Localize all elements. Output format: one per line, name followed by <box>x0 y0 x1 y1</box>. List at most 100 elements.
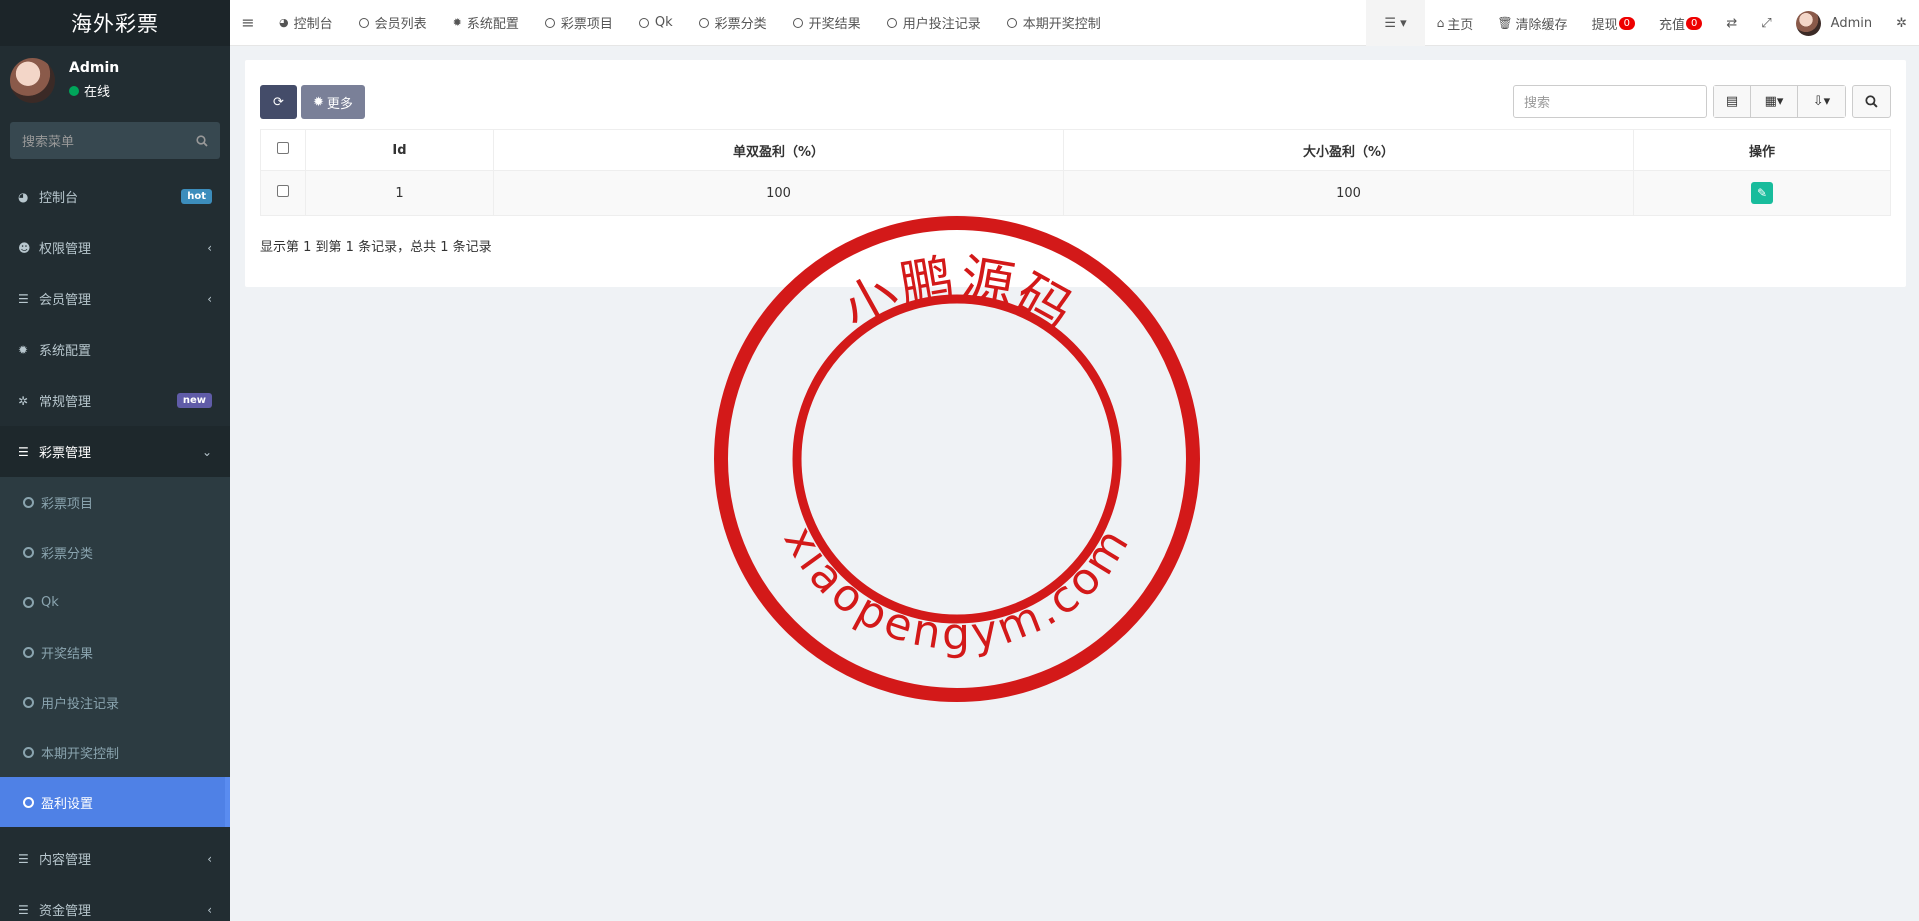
online-dot-icon <box>69 85 79 96</box>
select-all-cell <box>260 129 306 171</box>
tab-member-list[interactable]: 会员列表 <box>346 0 440 46</box>
watermark-seal: 小鹏源码 xiaopengym.com <box>714 216 1200 702</box>
circle-icon <box>23 646 34 658</box>
circle-icon <box>358 17 369 28</box>
menu-search-input[interactable]: 搜索菜单 <box>10 122 220 159</box>
table-search-input[interactable]: 搜索 <box>1513 85 1707 118</box>
tab-dashboard[interactable]: ◕ 控制台 <box>266 0 346 46</box>
circle-icon <box>698 17 709 28</box>
sidebar-toggle-icon[interactable]: ≡ <box>230 13 266 32</box>
app-logo[interactable]: 海外彩票 <box>0 0 230 46</box>
tab-bet-records[interactable]: 用户投注记录 <box>874 0 994 46</box>
list-icon: ☰ <box>18 444 29 459</box>
col-odd-even-profit[interactable]: 单双盈利（%） <box>493 129 1064 171</box>
tab-system-config[interactable]: ✹ 系统配置 <box>440 0 532 46</box>
recharge-link[interactable]: 充值 0 <box>1647 0 1714 46</box>
table-row: 1 100 100 ✎ <box>260 170 1891 216</box>
refresh-button[interactable]: ⟳ <box>260 85 297 119</box>
circle-icon <box>1006 17 1017 28</box>
sidebar-item-dashboard[interactable]: ◕ 控制台 hot <box>0 171 230 222</box>
circle-icon <box>23 796 34 808</box>
sidebar-item-members[interactable]: ☰ 会员管理 ‹ <box>0 273 230 324</box>
user-panel: Admin 在线 <box>0 46 230 114</box>
list-icon: ☰ <box>18 902 29 917</box>
pencil-icon: ✎ <box>1756 186 1768 200</box>
chevron-left-icon: ‹ <box>207 851 212 866</box>
top-navbar: ≡ ◕ 控制台 会员列表 ✹ 系统配置 彩票项目 Qk 彩票分类 开奖结果 用户投注… <box>230 0 1919 46</box>
circle-icon <box>23 696 34 708</box>
columns-dropdown-icon[interactable]: ▦▾ <box>1751 86 1798 117</box>
sidebar-subitem-profit-settings[interactable]: 盈利设置 <box>0 777 230 827</box>
chevron-left-icon: ‹ <box>207 291 212 306</box>
search-icon <box>196 134 208 147</box>
user-menu[interactable]: Admin <box>1784 0 1884 46</box>
dashboard-icon: ◕ <box>18 189 29 204</box>
edit-button[interactable]: ✎ <box>1751 182 1773 204</box>
cell-actions: ✎ <box>1633 170 1891 216</box>
users-icon: ☻ <box>18 240 31 255</box>
view-tools: ▤ ▦▾ ⇩▾ <box>1713 85 1846 118</box>
avatar <box>1795 10 1821 36</box>
sidebar-item-content[interactable]: ☰ 内容管理 ‹ <box>0 827 230 884</box>
home-link[interactable]: ⌂ 主页 <box>1425 0 1486 46</box>
hot-badge: hot <box>181 189 212 204</box>
home-icon: ⌂ <box>1436 16 1445 30</box>
sidebar-subitem-draw-results[interactable]: 开奖结果 <box>0 627 230 677</box>
lottery-submenu: 彩票项目 彩票分类 Qk 开奖结果 用户投注记录 本期开奖控制 盈利设置 <box>0 477 230 827</box>
tab-draw-results[interactable]: 开奖结果 <box>780 0 874 46</box>
gear-icon: ✹ <box>313 94 324 110</box>
cogs-icon: ✲ <box>18 393 29 408</box>
sidebar-item-lottery[interactable]: ☰ 彩票管理 ⌄ <box>0 426 230 477</box>
sidebar-subitem-bet-records[interactable]: 用户投注记录 <box>0 677 230 727</box>
withdraw-count-badge: 0 <box>1618 16 1635 30</box>
circle-icon <box>886 17 897 28</box>
user-name: Admin <box>69 60 120 76</box>
user-status: 在线 <box>69 81 119 100</box>
chevron-left-icon: ‹ <box>207 240 212 255</box>
recharge-count-badge: 0 <box>1685 16 1703 30</box>
tab-lottery-projects[interactable]: 彩票项目 <box>532 0 626 46</box>
dashboard-icon: ◕ <box>279 16 289 29</box>
circle-icon <box>544 17 555 28</box>
more-button[interactable]: ✹ 更多 <box>301 85 365 119</box>
cell-id: 1 <box>305 170 494 216</box>
sidebar-item-system-config[interactable]: ✹ 系统配置 <box>0 324 230 375</box>
tab-lottery-categories[interactable]: 彩票分类 <box>686 0 780 46</box>
clear-cache-button[interactable]: 🗑 清除缓存 <box>1485 0 1579 46</box>
circle-icon <box>23 546 34 558</box>
circle-icon <box>792 17 803 28</box>
sidebar-subitem-draw-control[interactable]: 本期开奖控制 <box>0 727 230 777</box>
withdraw-link[interactable]: 提现 0 <box>1580 0 1647 46</box>
sidebar-subitem-qk[interactable]: Qk <box>0 577 230 627</box>
settings-gear-icon[interactable]: ✲ <box>1884 0 1919 46</box>
circle-icon <box>23 596 34 608</box>
chevron-left-icon: ‹ <box>207 902 212 917</box>
circle-icon <box>23 746 34 758</box>
trash-icon: 🗑 <box>1497 16 1513 30</box>
col-big-small-profit[interactable]: 大小盈利（%） <box>1063 129 1634 171</box>
export-dropdown-icon[interactable]: ⇩▾ <box>1798 86 1845 117</box>
cell-odd-even-profit: 100 <box>493 170 1064 216</box>
sidebar-item-permissions[interactable]: ☻ 权限管理 ‹ <box>0 222 230 273</box>
col-id[interactable]: Id <box>305 129 494 171</box>
seal-bottom-text: xiaopengym.com <box>774 517 1141 660</box>
tab-qk[interactable]: Qk <box>626 0 686 46</box>
tabs-menu-dropdown[interactable]: ☰ ▾ <box>1366 0 1425 46</box>
sidebar-item-funds[interactable]: ☰ 资金管理 ‹ <box>0 884 230 921</box>
fullscreen-icon[interactable]: ⤢ <box>1749 0 1783 46</box>
row-checkbox[interactable] <box>277 185 289 197</box>
language-icon[interactable]: ⇄ <box>1714 0 1749 46</box>
list-icon: ☰ <box>18 851 29 866</box>
cell-big-small-profit: 100 <box>1063 170 1634 216</box>
toggle-view-icon[interactable]: ▤ <box>1714 86 1751 117</box>
advanced-search-button[interactable] <box>1852 85 1891 118</box>
list-icon: ☰ <box>18 291 29 306</box>
circle-icon <box>23 496 34 508</box>
row-select-cell <box>260 170 306 216</box>
sidebar-item-general[interactable]: ✲ 常规管理 new <box>0 375 230 426</box>
select-all-checkbox[interactable] <box>277 142 289 154</box>
list-icon: ☰ ▾ <box>1384 15 1407 31</box>
tab-draw-control[interactable]: 本期开奖控制 <box>994 0 1114 46</box>
sidebar-subitem-lottery-categories[interactable]: 彩票分类 <box>0 527 230 577</box>
sidebar-subitem-lottery-projects[interactable]: 彩票项目 <box>0 477 230 527</box>
